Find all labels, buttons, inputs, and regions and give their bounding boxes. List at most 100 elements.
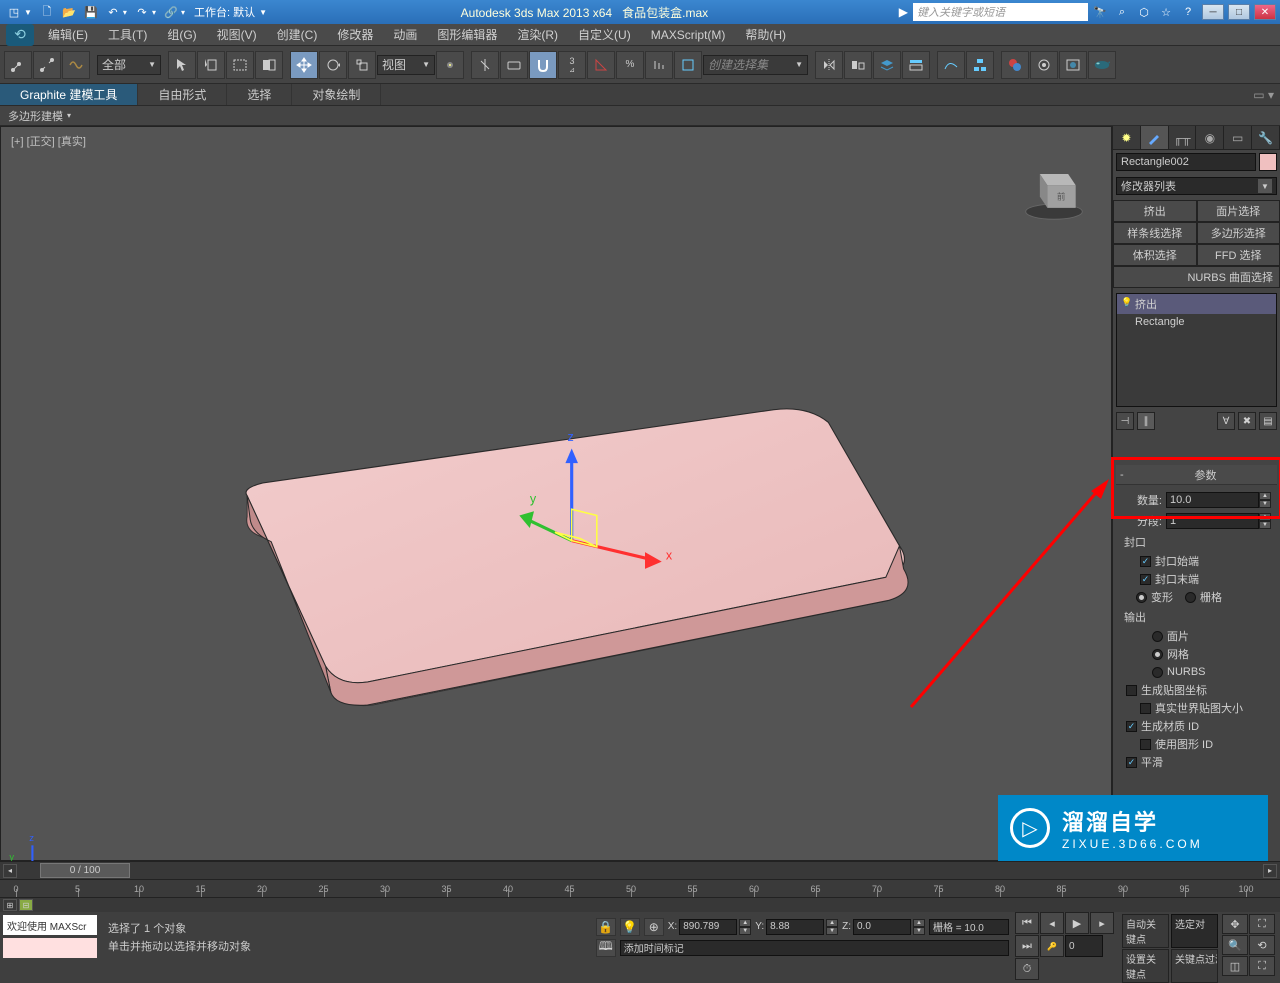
amount-spinner[interactable]: 10.0 ▲▼ [1166,492,1271,508]
dropdown-icon[interactable]: ▼ [259,8,267,17]
iso-selection-icon[interactable]: 💡 [620,918,640,936]
stack-item-extrude[interactable]: 💡挤出 [1117,294,1276,314]
new-icon[interactable]: 🗋 [37,3,57,21]
named-selset-combo[interactable]: 创建选择集▼ [703,55,808,75]
modbtn-poly[interactable]: 多边形选择 [1197,222,1280,244]
orbit-icon[interactable]: ⟲ [1249,935,1275,955]
maximize-vp-icon[interactable]: ⛶ [1249,956,1275,976]
menu-rendering[interactable]: 渲染(R) [507,23,568,46]
manipulate-icon[interactable] [471,51,499,79]
use-shapeid-check[interactable]: 使用图形 ID [1140,735,1271,753]
coord-x-input[interactable]: 890.789 [679,919,737,935]
pin-stack-icon[interactable]: ⊣ [1116,412,1134,430]
track-config-icon[interactable]: ⊞ [3,899,17,911]
pivot-icon[interactable] [436,51,464,79]
grid-radio[interactable]: 栅格 [1185,588,1222,606]
ref-coord-combo[interactable]: 视图▼ [377,55,435,75]
real-world-check[interactable]: 真实世界贴图大小 [1140,699,1271,717]
layer-manager-icon[interactable] [873,51,901,79]
cp-tab-hierarchy[interactable]: ╓╥ [1169,126,1197,149]
key-mode-icon[interactable]: 🔑 [1040,935,1064,957]
script-input[interactable] [3,938,97,958]
dropdown-icon[interactable]: ▾ [152,8,156,17]
menu-animation[interactable]: 动画 [383,23,427,46]
script-listener[interactable]: 欢迎使用 MAXScr [3,915,97,935]
menu-grapheditors[interactable]: 图形编辑器 [427,23,507,46]
zoom-icon[interactable]: 🔍 [1222,935,1248,955]
configure-icon[interactable]: ▤ [1259,412,1277,430]
cp-tab-create[interactable]: ✹ [1113,126,1141,149]
morph-radio[interactable]: 变形 [1136,588,1173,606]
angle-snap-icon[interactable]: 3⊿ [558,51,586,79]
material-editor-icon[interactable] [1001,51,1029,79]
cp-tab-modify[interactable] [1141,126,1169,149]
viewport[interactable]: [+] [正交] [真实] z x [0,126,1112,861]
modbtn-ffd[interactable]: FFD 选择 [1197,244,1280,266]
timeline-ruler[interactable]: 0510152025303540455055606570758085909510… [0,880,1280,898]
key-filters-button[interactable]: 关键点过滤器... [1171,949,1218,983]
ribbon-expand-icon[interactable]: ▭ ▾ [1247,84,1280,105]
cp-tab-utilities[interactable]: 🔧 [1252,126,1280,149]
stack-item-rectangle[interactable]: Rectangle [1117,314,1276,330]
ribbon-tab-objpaint[interactable]: 对象绘制 [292,84,381,105]
menu-tools[interactable]: 工具(T) [98,23,157,46]
close-button[interactable]: ✕ [1254,4,1276,20]
schematic-icon[interactable] [966,51,994,79]
ribbon-panel-polymodeling[interactable]: 多边形建模▾ [0,106,1280,126]
select-name-icon[interactable] [197,51,225,79]
select-rect-icon[interactable] [226,51,254,79]
current-frame-input[interactable]: 0 [1065,935,1103,957]
menu-help[interactable]: 帮助(H) [735,23,796,46]
app-menu-icon[interactable]: ◳ [4,3,24,21]
edit-selset-icon[interactable] [674,51,702,79]
binoculars-icon[interactable]: 🔭 [1090,3,1110,21]
show-end-icon[interactable]: ∥ [1137,412,1155,430]
align-icon[interactable] [844,51,872,79]
cap-end-check[interactable]: ✓封口末端 [1140,570,1271,588]
viewcube[interactable]: 前 [1021,157,1087,223]
key-target-combo[interactable]: 选定对 [1171,914,1218,948]
time-config-icon[interactable]: ⏱ [1015,958,1039,980]
time-slider-handle[interactable]: 0 / 100 [40,863,130,878]
window-crossing-icon[interactable] [255,51,283,79]
coord-z-input[interactable]: 0.0 [853,919,911,935]
redo-icon[interactable]: ↷ [132,3,152,21]
modifier-stack[interactable]: 💡挤出 Rectangle [1116,293,1277,407]
coord-toggle-icon[interactable]: ⊕ [644,918,664,936]
open-icon[interactable]: 📂 [59,3,79,21]
ribbon-tab-freeform[interactable]: 自由形式 [138,84,227,105]
rollout-header-params[interactable]: -参数 [1116,465,1277,485]
modbtn-spline[interactable]: 样条线选择 [1113,222,1197,244]
object-color-swatch[interactable] [1259,153,1277,171]
track-filter-icon[interactable]: ⊟ [19,899,33,911]
dropdown-icon[interactable]: ▾ [123,8,127,17]
favorite-icon[interactable]: ☆ [1156,3,1176,21]
percent-snap-icon[interactable]: % [616,51,644,79]
snap-toggle-icon[interactable] [529,51,557,79]
maximize-button[interactable]: □ [1228,4,1250,20]
link-icon[interactable]: 🔗 [161,3,181,21]
time-tag-icon[interactable]: 🕮 [596,939,616,957]
selection-filter-combo[interactable]: 全部▼ [97,55,161,75]
timeslider-right-icon[interactable]: ▸ [1263,864,1277,878]
unlink-icon[interactable] [33,51,61,79]
render-frame-icon[interactable] [1059,51,1087,79]
curve-editor-icon[interactable] [937,51,965,79]
cap-start-check[interactable]: ✓封口始端 [1140,552,1271,570]
play-icon[interactable]: ▶ [1065,912,1089,934]
mesh-radio[interactable]: 网格 [1152,645,1271,663]
ribbon-toggle-icon[interactable] [902,51,930,79]
modbtn-nurbs[interactable]: NURBS 曲面选择 [1113,266,1280,288]
smooth-check[interactable]: ✓平滑 [1126,753,1271,771]
cp-tab-display[interactable]: ▭ [1224,126,1252,149]
key-icon[interactable]: ⌕ [1112,3,1132,21]
keyboard-shortcut-icon[interactable] [500,51,528,79]
comm-center-icon[interactable]: ⬡ [1134,3,1154,21]
segments-spinner[interactable]: 1 ▲▼ [1166,513,1271,529]
menu-edit[interactable]: 编辑(E) [38,23,98,46]
gen-matid-check[interactable]: ✓生成材质 ID [1126,717,1271,735]
minimize-button[interactable]: ─ [1202,4,1224,20]
dropdown-icon[interactable]: ▼ [24,8,32,17]
goto-end-icon[interactable]: ⏭ [1015,935,1039,957]
angle-snap-2-icon[interactable] [587,51,615,79]
